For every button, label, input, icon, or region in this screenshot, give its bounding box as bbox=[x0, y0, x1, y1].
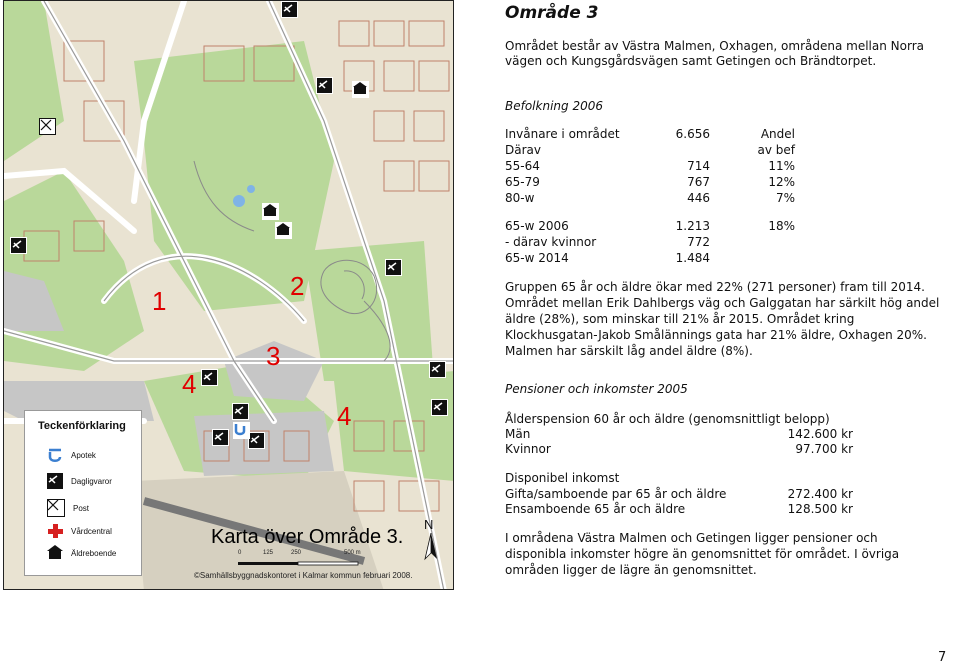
pop-row-value: 767 bbox=[687, 175, 710, 189]
pop-paragraph-line: Klockhusgatan-Jakob Smålännings gata har… bbox=[505, 328, 927, 342]
area-map: 1 2 3 4 4 Teckenförklaring Apotek Daglig… bbox=[3, 0, 454, 590]
pop-row-label: - därav kvinnor bbox=[505, 235, 597, 249]
pop-row-share: 7% bbox=[775, 191, 795, 205]
pharmacy-icon bbox=[233, 422, 250, 439]
legend-label: Äldreboende bbox=[71, 548, 117, 558]
area-number-1: 1 bbox=[152, 286, 167, 316]
north-arrow-icon bbox=[424, 533, 437, 561]
pop-paragraph-line: äldre (28%), som minskar till 21% år 201… bbox=[505, 312, 855, 326]
pop-row-label: Invånare i området bbox=[505, 127, 620, 141]
legend-title: Teckenförklaring bbox=[38, 420, 126, 432]
population-heading: Befolkning 2006 bbox=[505, 99, 603, 113]
scale-label: 250 bbox=[291, 550, 302, 556]
grocery-icon bbox=[431, 399, 448, 416]
pop-row-share: 18% bbox=[768, 219, 795, 233]
area-number-4b: 4 bbox=[337, 401, 352, 431]
pop-row-share: av bef bbox=[757, 143, 796, 157]
pop-row-value: 772 bbox=[687, 235, 710, 249]
income-heading: Pensioner och inkomster 2005 bbox=[505, 382, 688, 396]
scale-label: 500 m bbox=[344, 550, 361, 556]
legend-label: Post bbox=[73, 503, 90, 513]
pop-row-value: 6.656 bbox=[675, 127, 710, 141]
elderly-home-icon bbox=[352, 81, 369, 98]
legend-label: Apotek bbox=[71, 450, 96, 460]
pension-row-label: Män bbox=[505, 427, 531, 441]
pop-paragraph-line: Malmen har särskilt låg andel äldre (8%)… bbox=[505, 344, 753, 358]
area-number-3: 3 bbox=[266, 341, 281, 371]
grocery-icon bbox=[212, 429, 229, 446]
legend-item-post: Post bbox=[47, 499, 89, 517]
legend-label: Dagligvaror bbox=[71, 476, 112, 486]
elderly-home-icon bbox=[275, 222, 292, 239]
pension-row-label: Kvinnor bbox=[505, 442, 551, 456]
scale-label: 0 bbox=[238, 550, 242, 556]
intro-line: Området består av Västra Malmen, Oxhagen… bbox=[505, 39, 924, 53]
pop-row-share: Andel bbox=[760, 127, 795, 141]
disposable-title: Disponibel inkomst bbox=[505, 471, 620, 485]
elderly-home-icon bbox=[47, 545, 63, 561]
pension-title: Ålderspension 60 år och äldre (genomsnit… bbox=[505, 412, 830, 426]
legend-item-pharmacy: Apotek bbox=[47, 447, 96, 463]
page-number: 7 bbox=[938, 650, 947, 665]
intro-line: vägen och Kungsgårdsvägen samt Getingen … bbox=[505, 54, 877, 68]
post-icon bbox=[47, 499, 65, 517]
pop-row-value: 1.484 bbox=[675, 251, 710, 265]
grocery-icon bbox=[281, 1, 298, 18]
pop-row-value: 714 bbox=[687, 159, 710, 173]
disposable-row-label: Ensamboende 65 år och äldre bbox=[505, 502, 686, 516]
grocery-icon bbox=[429, 361, 446, 378]
scale-label: 125 bbox=[263, 550, 274, 556]
elderly-home-icon bbox=[262, 203, 279, 220]
income-paragraph-line: I områdena Västra Malmen och Getingen li… bbox=[505, 531, 878, 545]
grocery-icon bbox=[10, 237, 27, 254]
healthcare-icon bbox=[47, 523, 63, 539]
legend-label: Vårdcentral bbox=[71, 526, 112, 536]
scale-labels: 0 125 250 500 m bbox=[238, 550, 368, 560]
pop-row-share: 11% bbox=[768, 159, 795, 173]
pop-row-value: 446 bbox=[687, 191, 710, 205]
area-number-2: 2 bbox=[290, 271, 305, 301]
grocery-icon bbox=[232, 403, 249, 420]
pop-row-label: 65-w 2014 bbox=[505, 251, 569, 265]
legend-item-healthcare: Vårdcentral bbox=[47, 523, 112, 539]
pop-row-share: 12% bbox=[768, 175, 795, 189]
pop-row-label: 55-64 bbox=[505, 159, 540, 173]
scale-bar bbox=[238, 561, 359, 566]
pop-row-label: 65-w 2006 bbox=[505, 219, 569, 233]
north-label: N bbox=[424, 517, 434, 532]
map-title: Karta över Område 3. bbox=[211, 526, 404, 548]
pharmacy-icon bbox=[47, 447, 63, 463]
map-credit: ©Samhällsbyggnadskontoret i Kalmar kommu… bbox=[194, 571, 413, 580]
grocery-icon bbox=[47, 473, 63, 489]
grocery-icon bbox=[316, 77, 333, 94]
grocery-icon bbox=[248, 432, 265, 449]
pop-paragraph-line: Området mellan Erik Dahlbergs väg och Ga… bbox=[505, 296, 940, 310]
pop-row-label: Därav bbox=[505, 143, 541, 157]
legend-item-grocery: Dagligvaror bbox=[47, 473, 112, 489]
disposable-row-value: 128.500 kr bbox=[787, 502, 853, 516]
map-legend: Teckenförklaring Apotek Dagligvaror Post… bbox=[24, 410, 142, 576]
pop-row-label: 80-w bbox=[505, 191, 535, 205]
grocery-icon bbox=[201, 369, 218, 386]
legend-item-elderly-home: Äldreboende bbox=[47, 545, 116, 561]
pop-row-label: 65-79 bbox=[505, 175, 540, 189]
disposable-row-label: Gifta/samboende par 65 år och äldre bbox=[505, 487, 727, 501]
area-number-4a: 4 bbox=[182, 369, 197, 399]
grocery-icon bbox=[385, 259, 402, 276]
disposable-row-value: 272.400 kr bbox=[787, 487, 853, 501]
income-paragraph-line: områden ligger de lägre än genomsnittet. bbox=[505, 563, 757, 577]
pension-row-value: 97.700 kr bbox=[795, 442, 853, 456]
post-icon bbox=[39, 118, 56, 135]
income-paragraph-line: disponibla inkomster högre än genomsnitt… bbox=[505, 547, 900, 561]
pop-paragraph-line: Gruppen 65 år och äldre ökar med 22% (27… bbox=[505, 280, 925, 294]
pension-row-value: 142.600 kr bbox=[787, 427, 853, 441]
page-title: Område 3 bbox=[505, 3, 599, 23]
pop-row-value: 1.213 bbox=[675, 219, 710, 233]
